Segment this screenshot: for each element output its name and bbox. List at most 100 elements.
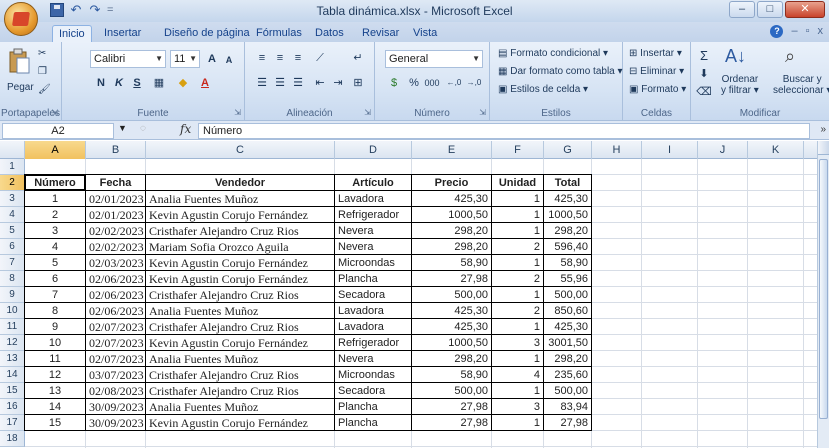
column-header-l[interactable]: L [804, 141, 817, 159]
conditional-format-button[interactable]: ▤ Formato condicional ▾ [498, 48, 608, 59]
table-cell[interactable]: Kevin Agustin Corujo Fernández [146, 415, 334, 430]
percent-button[interactable]: % [405, 75, 423, 91]
table-cell[interactable]: Analia Fuentes Muñoz [146, 351, 334, 366]
dialog-launcher-icon[interactable]: ⇲ [51, 108, 58, 117]
table-cell[interactable]: 500,00 [544, 383, 591, 398]
table-cell[interactable]: Lavadora [335, 303, 411, 318]
table-cell[interactable]: 1 [492, 351, 543, 366]
borders-icon[interactable]: ▦ [150, 75, 168, 91]
row-header-11[interactable]: 11 [0, 319, 25, 335]
insert-cells-button[interactable]: ⊞ Insertar ▾ [629, 48, 682, 59]
table-cell[interactable]: Cristhafer Alejandro Cruz Rios [146, 319, 334, 334]
find-select-icon[interactable]: ⌕ [785, 46, 795, 67]
table-cell[interactable]: 10 [25, 335, 85, 350]
row-header-7[interactable]: 7 [0, 255, 25, 271]
row-header-3[interactable]: 3 [0, 191, 25, 207]
fill-icon[interactable]: ⬇ [695, 66, 713, 82]
column-header-f[interactable]: F [492, 141, 544, 159]
row-header-17[interactable]: 17 [0, 415, 25, 431]
align-right-icon[interactable]: ☰ [289, 75, 307, 91]
office-button[interactable] [4, 2, 38, 36]
row-header-18[interactable]: 18 [0, 431, 25, 447]
align-middle-icon[interactable]: ≡ [271, 50, 289, 66]
ribbon-minimize-button[interactable]: – [791, 25, 797, 38]
table-cell[interactable]: 58,90 [412, 367, 491, 382]
dialog-launcher-icon[interactable]: ⇲ [234, 108, 241, 117]
column-header-d[interactable]: D [335, 141, 412, 159]
maximize-button[interactable]: □ [757, 1, 783, 18]
table-cell[interactable]: Cristhafer Alejandro Cruz Rios [146, 383, 334, 398]
row-header-1[interactable]: 1 [0, 159, 25, 175]
row-header-14[interactable]: 14 [0, 367, 25, 383]
tab-datos[interactable]: Datos [309, 25, 350, 42]
align-left-icon[interactable]: ☰ [253, 75, 271, 91]
table-cell[interactable]: 425,30 [412, 191, 491, 206]
table-cell[interactable]: 298,20 [544, 351, 591, 366]
table-cell[interactable]: 02/01/2023 [86, 207, 145, 222]
increase-decimal-icon[interactable]: ←,0 [445, 75, 463, 91]
vertical-scrollbar[interactable] [817, 141, 829, 448]
table-cell[interactable]: 5 [25, 255, 85, 270]
table-cell[interactable]: 298,20 [412, 239, 491, 254]
table-cell[interactable]: 83,94 [544, 399, 591, 414]
italic-button[interactable]: K [110, 75, 128, 91]
table-cell[interactable]: 30/09/2023 [86, 399, 145, 414]
font-name-select[interactable]: Calibri ▼ [90, 50, 166, 68]
font-color-icon[interactable]: A [196, 75, 214, 91]
table-cell[interactable]: Kevin Agustin Corujo Fernández [146, 255, 334, 270]
find-select-button[interactable]: Buscar y seleccionar ▾ [773, 74, 829, 96]
table-cell[interactable]: 58,90 [544, 255, 591, 270]
increase-indent-icon[interactable]: ⇥ [329, 75, 347, 91]
row-header-16[interactable]: 16 [0, 399, 25, 415]
worksheet-grid[interactable]: ABCDEFGHIJKL 123456789101112131415161718… [0, 141, 817, 448]
table-header-cell[interactable]: Vendedor [146, 175, 334, 190]
table-cell[interactable]: 27,98 [412, 271, 491, 286]
table-cell[interactable]: 03/07/2023 [86, 367, 145, 382]
table-header-cell[interactable]: Artículo [335, 175, 411, 190]
table-cell[interactable]: 02/06/2023 [86, 287, 145, 302]
table-cell[interactable]: 500,00 [544, 287, 591, 302]
table-cell[interactable]: Analia Fuentes Muñoz [146, 303, 334, 318]
decrease-indent-icon[interactable]: ⇤ [311, 75, 329, 91]
table-cell[interactable]: Nevera [335, 223, 411, 238]
table-cell[interactable]: 1 [492, 415, 543, 430]
table-cell[interactable]: 02/01/2023 [86, 191, 145, 206]
table-cell[interactable]: Plancha [335, 271, 411, 286]
column-header-k[interactable]: K [748, 141, 804, 159]
table-cell[interactable]: 3 [492, 399, 543, 414]
table-header-cell[interactable]: Total [544, 175, 591, 190]
table-cell[interactable]: 58,90 [412, 255, 491, 270]
table-cell[interactable]: 3 [25, 223, 85, 238]
select-all-corner[interactable] [0, 141, 25, 159]
sort-filter-icon[interactable]: A↓ [725, 46, 746, 67]
align-center-icon[interactable]: ☰ [271, 75, 289, 91]
cell-styles-button[interactable]: ▣ Estilos de celda ▾ [498, 84, 588, 95]
table-cell[interactable]: 02/07/2023 [86, 335, 145, 350]
table-cell[interactable]: 2 [492, 303, 543, 318]
column-header-c[interactable]: C [146, 141, 335, 159]
dialog-launcher-icon[interactable]: ⇲ [364, 108, 371, 117]
column-header-b[interactable]: B [86, 141, 146, 159]
row-header-4[interactable]: 4 [0, 207, 25, 223]
table-cell[interactable]: 27,98 [544, 415, 591, 430]
table-cell[interactable]: 235,60 [544, 367, 591, 382]
number-format-select[interactable]: General ▼ [385, 50, 483, 68]
table-cell[interactable]: 55,96 [544, 271, 591, 286]
format-as-table-button[interactable]: ▦ Dar formato como tabla ▾ [498, 66, 623, 77]
bold-button[interactable]: N [92, 75, 110, 91]
scrollbar-thumb[interactable] [819, 159, 828, 419]
table-cell[interactable]: 4 [25, 239, 85, 254]
table-cell[interactable]: 500,00 [412, 287, 491, 302]
table-cell[interactable]: 1 [492, 191, 543, 206]
table-cell[interactable]: 1 [25, 191, 85, 206]
table-cell[interactable]: Secadora [335, 287, 411, 302]
table-header-cell[interactable]: Precio [412, 175, 491, 190]
table-cell[interactable]: 02/08/2023 [86, 383, 145, 398]
table-cell[interactable]: 1000,50 [412, 335, 491, 350]
table-cell[interactable]: Mariam Sofia Orozco Aguila [146, 239, 334, 254]
tab-vista[interactable]: Vista [407, 25, 443, 42]
table-cell[interactable]: Lavadora [335, 191, 411, 206]
dialog-launcher-icon[interactable]: ⇲ [479, 108, 486, 117]
table-cell[interactable]: 425,30 [544, 319, 591, 334]
tab-revisar[interactable]: Revisar [356, 25, 405, 42]
